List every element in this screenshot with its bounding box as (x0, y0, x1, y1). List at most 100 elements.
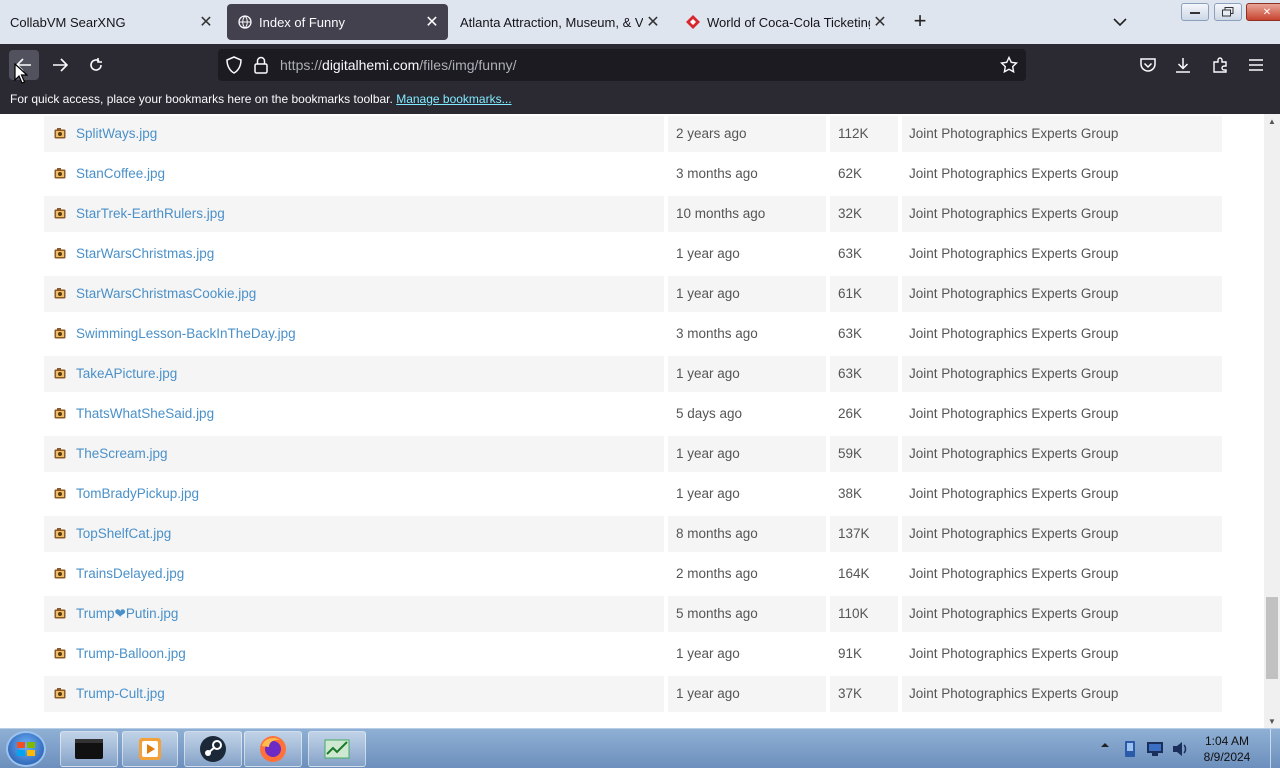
file-name-cell: TrainsDelayed.jpg (44, 556, 664, 592)
file-name-cell: StarWarsChristmas.jpg (44, 236, 664, 272)
file-link[interactable]: TopShelfCat.jpg (76, 526, 171, 541)
tab-atlanta-attraction[interactable]: Atlanta Attraction, Museum, & Ven ✕ (452, 4, 667, 40)
lock-icon[interactable] (252, 56, 270, 74)
file-link[interactable]: TrainsDelayed.jpg (76, 566, 184, 581)
file-type-cell: Joint Photographics Experts Group (902, 596, 1222, 632)
scroll-thumb[interactable] (1266, 597, 1278, 679)
network-icon[interactable] (1146, 741, 1164, 757)
file-name-cell: StarWarsChristmasCookie.jpg (44, 276, 664, 312)
url-bar[interactable]: https://digitalhemi.com/files/img/funny/ (218, 49, 1026, 81)
taskbar-task-manager[interactable] (308, 731, 366, 767)
file-size-cell: 112K (830, 116, 898, 152)
file-name-cell: SplitWays.jpg (44, 116, 664, 152)
maximize-button[interactable] (1214, 3, 1242, 21)
close-icon[interactable]: ✕ (643, 12, 663, 32)
shield-icon[interactable] (225, 56, 243, 74)
reload-button[interactable] (81, 50, 111, 80)
modified-date-cell: 1 year ago (676, 646, 740, 661)
chevron-down-icon[interactable] (1108, 10, 1132, 34)
minimize-button[interactable] (1181, 3, 1209, 21)
download-icon (1176, 58, 1190, 73)
file-size-cell: 91K (838, 646, 863, 661)
file-link[interactable]: StarWarsChristmasCookie.jpg (76, 286, 256, 301)
scroll-down-arrow-icon[interactable]: ▼ (1264, 714, 1280, 728)
extensions-button[interactable] (1205, 50, 1235, 80)
file-size-cell: 137K (830, 516, 898, 552)
file-size-cell: 26K (838, 406, 863, 421)
start-button[interactable] (6, 731, 46, 767)
file-link[interactable]: ThatsWhatSheSaid.jpg (76, 406, 214, 421)
modified-date-cell: 1 year ago (668, 356, 826, 392)
table-row: SwimmingLesson-BackInTheDay.jpg 3 months … (44, 316, 1222, 352)
file-name-cell: TomBradyPickup.jpg (44, 476, 664, 512)
file-name-cell: ThatsWhatSheSaid.jpg (44, 396, 664, 432)
tab-index-of-funny[interactable]: Index of Funny ✕ (227, 4, 448, 40)
file-link[interactable]: TakeAPicture.jpg (76, 366, 177, 381)
manage-bookmarks-link[interactable]: Manage bookmarks... (396, 92, 511, 106)
bookmarks-message: For quick access, place your bookmarks h… (10, 92, 393, 106)
show-desktop-button[interactable] (1270, 729, 1280, 768)
nav-toolbar: https://digitalhemi.com/files/img/funny/ (0, 44, 1280, 86)
menu-button[interactable] (1241, 50, 1271, 80)
file-type-cell: Joint Photographics Experts Group (909, 486, 1119, 501)
scroll-up-arrow-icon[interactable]: ▲ (1264, 114, 1280, 128)
star-icon[interactable] (1000, 56, 1018, 74)
url-text[interactable]: https://digitalhemi.com/files/img/funny/ (280, 57, 517, 73)
new-tab-button[interactable]: + (908, 10, 932, 34)
taskbar-media-player[interactable] (122, 731, 178, 767)
file-link[interactable]: StarTrek-EarthRulers.jpg (76, 206, 225, 221)
file-type-cell: Joint Photographics Experts Group (902, 436, 1222, 472)
tab-strip: CollabVM SearXNG ✕ Index of Funny ✕ Atla… (0, 0, 1280, 44)
pocket-button[interactable] (1133, 50, 1163, 80)
file-type-cell: Joint Photographics Experts Group (902, 676, 1222, 712)
file-size-cell: 110K (830, 596, 898, 632)
reload-icon (90, 58, 102, 71)
file-link[interactable]: StanCoffee.jpg (76, 166, 165, 181)
close-icon[interactable]: ✕ (422, 12, 442, 32)
window-close-button[interactable]: ✕ (1246, 3, 1280, 21)
url-path: /files/img/funny/ (419, 57, 517, 73)
modified-date-cell: 5 days ago (676, 406, 743, 421)
firefox-icon (260, 736, 286, 762)
table-row: StarTrek-EarthRulers.jpg 10 months ago 32K… (44, 196, 1222, 232)
volume-icon[interactable] (1171, 741, 1189, 757)
file-name-cell: Trump-Cult.jpg (44, 676, 664, 712)
file-type-cell: Joint Photographics Experts Group (909, 646, 1119, 661)
table-row: ThatsWhatSheSaid.jpg 5 days ago 26K Joint P… (44, 396, 1222, 432)
table-row: TopShelfCat.jpg 8 months ago 137K Joint Pho… (44, 516, 1222, 552)
downloads-button[interactable] (1168, 50, 1198, 80)
tray-device-icon[interactable] (1122, 740, 1138, 758)
file-size-cell: 38K (838, 486, 863, 501)
file-link[interactable]: TomBradyPickup.jpg (76, 486, 199, 501)
file-link[interactable]: Trump❤Putin.jpg (76, 606, 178, 621)
taskbar-terminal[interactable] (60, 731, 118, 767)
file-name-cell: TakeAPicture.jpg (44, 356, 664, 392)
file-name-cell: TopShelfCat.jpg (44, 516, 664, 552)
tab-collabvm-searxng[interactable]: CollabVM SearXNG ✕ (0, 4, 222, 40)
modified-date-cell: 1 year ago (668, 276, 826, 312)
url-prefix: https:// (280, 57, 323, 73)
file-link[interactable]: StarWarsChristmas.jpg (76, 246, 214, 261)
file-link[interactable]: Trump-Balloon.jpg (76, 646, 186, 661)
close-icon[interactable]: ✕ (870, 12, 890, 32)
close-icon[interactable]: ✕ (196, 12, 216, 32)
url-host: digitalhemi.com (322, 57, 420, 73)
tab-world-of-coca-cola[interactable]: World of Coca-Cola Ticketing S ✕ (679, 4, 894, 40)
file-link[interactable]: Trump-Cult.jpg (76, 686, 165, 701)
clock-date: 8/9/2024 (1203, 750, 1251, 764)
taskbar-steam[interactable] (184, 731, 242, 767)
page-scrollbar[interactable]: ▲ ▼ (1264, 114, 1280, 728)
file-link[interactable]: SplitWays.jpg (76, 126, 157, 141)
forward-arrow-icon (53, 58, 68, 72)
terminal-icon (75, 739, 103, 759)
file-type-cell: Joint Photographics Experts Group (902, 276, 1222, 312)
taskbar-clock[interactable]: 1:04 AM 8/9/2024 (1196, 733, 1258, 765)
forward-button[interactable] (45, 50, 75, 80)
file-size-cell: 62K (838, 166, 863, 181)
file-link[interactable]: TheScream.jpg (76, 446, 168, 461)
file-link[interactable]: SwimmingLesson-BackInTheDay.jpg (76, 326, 296, 341)
windows-logo-icon (17, 742, 35, 756)
tray-expand-icon[interactable] (1100, 741, 1110, 749)
modified-date-cell: 10 months ago (668, 196, 826, 232)
taskbar-firefox[interactable] (244, 731, 302, 767)
